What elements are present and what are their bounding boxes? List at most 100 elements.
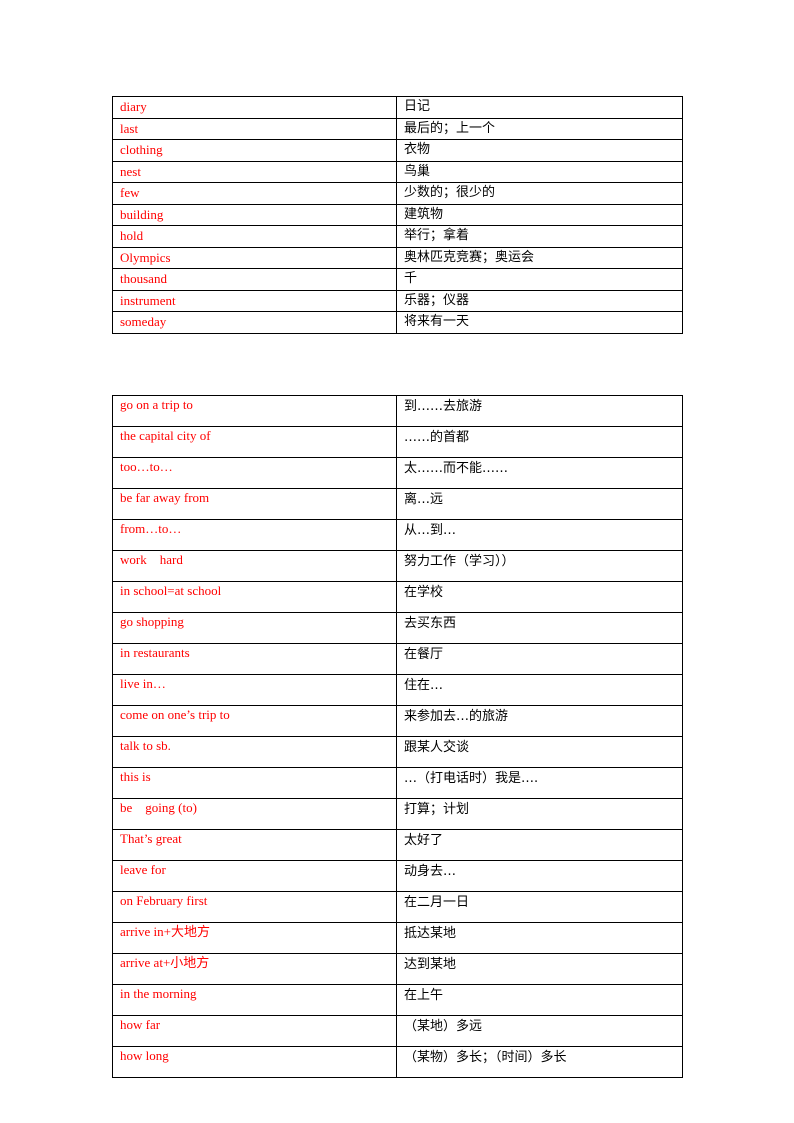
table-row: Olympics 奥林匹克竞赛；奥运会 bbox=[112, 246, 683, 269]
english-term-cell: leave for bbox=[112, 860, 397, 892]
table-row: on February first 在二月一日 bbox=[112, 891, 683, 923]
english-term-cell: be far away from bbox=[112, 488, 397, 520]
chinese-meaning-cell: 千 bbox=[396, 268, 683, 291]
table-row: be far away from 离…远 bbox=[112, 488, 683, 520]
english-term-cell: building bbox=[112, 203, 397, 226]
english-term-cell: nest bbox=[112, 160, 397, 183]
table-row: hold 举行；拿着 bbox=[112, 225, 683, 248]
english-term-cell: be going (to) bbox=[112, 798, 397, 830]
english-term-cell: clothing bbox=[112, 139, 397, 162]
table-row: last 最后的；上一个 bbox=[112, 117, 683, 140]
chinese-meaning-cell: 奥林匹克竞赛；奥运会 bbox=[396, 246, 683, 269]
english-term-cell: work hard bbox=[112, 550, 397, 582]
english-term-cell: in restaurants bbox=[112, 643, 397, 675]
chinese-meaning-cell: 鸟巢 bbox=[396, 160, 683, 183]
english-term-cell: diary bbox=[112, 96, 397, 119]
chinese-meaning-cell: 离…远 bbox=[396, 488, 683, 520]
english-term-cell: thousand bbox=[112, 268, 397, 291]
chinese-meaning-cell: 达到某地 bbox=[396, 953, 683, 985]
table-row: go shopping 去买东西 bbox=[112, 612, 683, 644]
chinese-meaning-cell: 衣物 bbox=[396, 139, 683, 162]
english-term-cell: in school=at school bbox=[112, 581, 397, 613]
table-row: That’s great 太好了 bbox=[112, 829, 683, 861]
word-vocabulary-table: diary 日记 last 最后的；上一个 clothing 衣物 nest 鸟巢 few 少数的… bbox=[112, 96, 683, 334]
chinese-meaning-cell: 日记 bbox=[396, 96, 683, 119]
english-term-cell: arrive at+小地方 bbox=[112, 953, 397, 985]
table-row: in restaurants 在餐厅 bbox=[112, 643, 683, 675]
english-term-cell: the capital city of bbox=[112, 426, 397, 458]
english-term-cell: come on one’s trip to bbox=[112, 705, 397, 737]
table-row: from…to… 从…到… bbox=[112, 519, 683, 551]
chinese-meaning-cell: 抵达某地 bbox=[396, 922, 683, 954]
chinese-meaning-cell: 打算；计划 bbox=[396, 798, 683, 830]
english-term-cell: Olympics bbox=[112, 246, 397, 269]
english-term-cell: how far bbox=[112, 1015, 397, 1047]
chinese-meaning-cell: 将来有一天 bbox=[396, 311, 683, 334]
english-term-cell: last bbox=[112, 117, 397, 140]
chinese-meaning-cell: 举行；拿着 bbox=[396, 225, 683, 248]
chinese-meaning-cell: 从…到… bbox=[396, 519, 683, 551]
table-row: thousand 千 bbox=[112, 268, 683, 291]
chinese-meaning-cell: 动身去… bbox=[396, 860, 683, 892]
table-row: building 建筑物 bbox=[112, 203, 683, 226]
english-term-cell: live in… bbox=[112, 674, 397, 706]
chinese-meaning-cell: 乐器；仪器 bbox=[396, 289, 683, 312]
chinese-meaning-cell: …（打电话时）我是…. bbox=[396, 767, 683, 799]
chinese-meaning-cell: ……的首都 bbox=[396, 426, 683, 458]
table-row: be going (to) 打算；计划 bbox=[112, 798, 683, 830]
table-row: this is …（打电话时）我是…. bbox=[112, 767, 683, 799]
chinese-meaning-cell: 太好了 bbox=[396, 829, 683, 861]
chinese-meaning-cell: （某地）多远 bbox=[396, 1015, 683, 1047]
table-row: diary 日记 bbox=[112, 96, 683, 119]
phrase-vocabulary-table: go on a trip to 到……去旅游 the capital city of… bbox=[112, 395, 683, 1078]
table-row: few 少数的；很少的 bbox=[112, 182, 683, 205]
word-table-body: diary 日记 last 最后的；上一个 clothing 衣物 nest 鸟巢 few 少数的… bbox=[112, 96, 683, 334]
english-term-cell: in the morning bbox=[112, 984, 397, 1016]
chinese-meaning-cell: 去买东西 bbox=[396, 612, 683, 644]
chinese-meaning-cell: 来参加去…的旅游 bbox=[396, 705, 683, 737]
english-term-cell: how long bbox=[112, 1046, 397, 1078]
chinese-meaning-cell: 跟某人交谈 bbox=[396, 736, 683, 768]
english-term-cell: instrument bbox=[112, 289, 397, 312]
english-term-cell: go on a trip to bbox=[112, 395, 397, 427]
chinese-meaning-cell: 在学校 bbox=[396, 581, 683, 613]
table-row: in school=at school 在学校 bbox=[112, 581, 683, 613]
table-row: someday 将来有一天 bbox=[112, 311, 683, 334]
table-row: nest 鸟巢 bbox=[112, 160, 683, 183]
chinese-meaning-cell: 建筑物 bbox=[396, 203, 683, 226]
chinese-meaning-cell: 住在… bbox=[396, 674, 683, 706]
table-row: arrive in+大地方 抵达某地 bbox=[112, 922, 683, 954]
table-row: talk to sb. 跟某人交谈 bbox=[112, 736, 683, 768]
chinese-meaning-cell: 最后的；上一个 bbox=[396, 117, 683, 140]
chinese-meaning-cell: 太……而不能…… bbox=[396, 457, 683, 489]
table-row: in the morning 在上午 bbox=[112, 984, 683, 1016]
table-row: the capital city of ……的首都 bbox=[112, 426, 683, 458]
table-row: come on one’s trip to 来参加去…的旅游 bbox=[112, 705, 683, 737]
english-term-cell: someday bbox=[112, 311, 397, 334]
table-row: go on a trip to 到……去旅游 bbox=[112, 395, 683, 427]
table-row: work hard 努力工作（学习）） bbox=[112, 550, 683, 582]
chinese-meaning-cell: 在上午 bbox=[396, 984, 683, 1016]
english-term-cell: talk to sb. bbox=[112, 736, 397, 768]
table-row: instrument 乐器；仪器 bbox=[112, 289, 683, 312]
english-term-cell: hold bbox=[112, 225, 397, 248]
chinese-meaning-cell: 努力工作（学习）） bbox=[396, 550, 683, 582]
table-row: arrive at+小地方 达到某地 bbox=[112, 953, 683, 985]
english-term-cell: from…to… bbox=[112, 519, 397, 551]
chinese-meaning-cell: 到……去旅游 bbox=[396, 395, 683, 427]
table-row: leave for 动身去… bbox=[112, 860, 683, 892]
english-term-cell: go shopping bbox=[112, 612, 397, 644]
english-term-cell: on February first bbox=[112, 891, 397, 923]
english-term-cell: That’s great bbox=[112, 829, 397, 861]
table-row: live in… 住在… bbox=[112, 674, 683, 706]
chinese-meaning-cell: 在二月一日 bbox=[396, 891, 683, 923]
english-term-cell: this is bbox=[112, 767, 397, 799]
english-term-cell: too…to… bbox=[112, 457, 397, 489]
chinese-meaning-cell: （某物）多长；（时间）多长 bbox=[396, 1046, 683, 1078]
english-term-cell: arrive in+大地方 bbox=[112, 922, 397, 954]
table-row: clothing 衣物 bbox=[112, 139, 683, 162]
chinese-meaning-cell: 少数的；很少的 bbox=[396, 182, 683, 205]
table-row: how far （某地）多远 bbox=[112, 1015, 683, 1047]
chinese-meaning-cell: 在餐厅 bbox=[396, 643, 683, 675]
phrase-table-body: go on a trip to 到……去旅游 the capital city of… bbox=[112, 395, 683, 1078]
